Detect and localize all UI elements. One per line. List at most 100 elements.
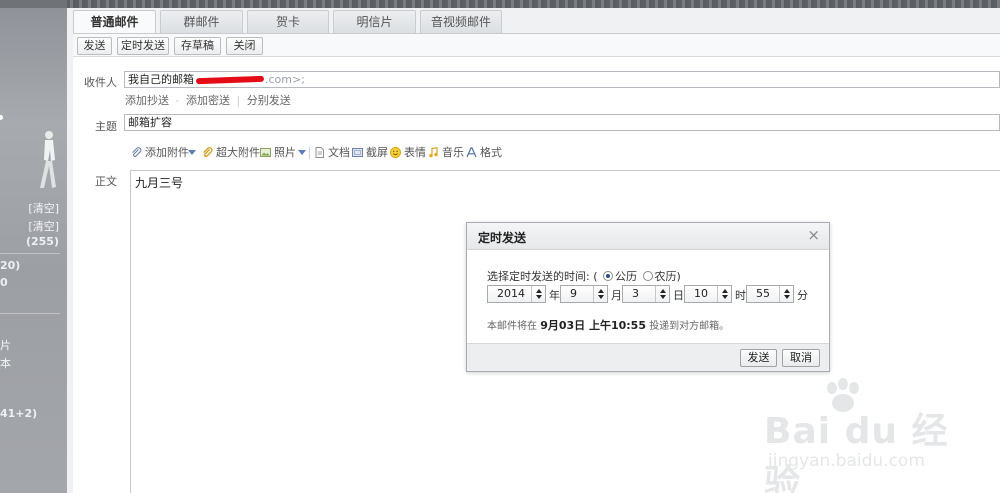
screenshot-label: 截屏	[366, 146, 388, 159]
subject-label: 主题	[95, 120, 117, 133]
dialog-send-button[interactable]: 发送	[740, 349, 777, 367]
photo-icon	[260, 148, 271, 157]
scheduled-send-button[interactable]: 定时发送	[117, 37, 169, 55]
lunar-radio[interactable]	[642, 271, 653, 281]
paperclip-icon	[132, 147, 142, 157]
day-select[interactable]: 3	[622, 285, 670, 303]
attachment-dropdown-arrow[interactable]	[188, 150, 196, 155]
redaction-mark	[195, 75, 265, 85]
screenshot-icon	[352, 148, 363, 157]
year-value: 2014	[497, 287, 525, 300]
spinner-arrows-icon	[593, 286, 607, 302]
body-label: 正文	[95, 175, 117, 188]
hour-select[interactable]: 10	[684, 285, 732, 303]
tab-group-mail[interactable]: 群邮件	[160, 10, 243, 33]
minute-unit: 分	[797, 289, 808, 302]
sidebar-count-4[interactable]: 41+2)	[0, 407, 67, 420]
photo-button[interactable]: 照片	[260, 145, 296, 161]
gregorian-label[interactable]: 公历	[615, 270, 637, 283]
subject-input[interactable]: 邮箱扩容	[124, 114, 1000, 131]
walking-person-illustration	[40, 131, 56, 188]
dialog-cancel-button[interactable]: 取消	[782, 349, 820, 367]
watermark-brand: Bai du 经验	[764, 411, 949, 493]
music-button[interactable]: 音乐	[428, 145, 464, 161]
sidebar-indicator-dot	[0, 115, 3, 120]
spinner-arrows-icon	[717, 286, 731, 302]
dialog-footer: 发送 取消	[467, 343, 829, 371]
day-value: 3	[632, 287, 639, 300]
tab-av-mail[interactable]: 音视频邮件	[420, 10, 502, 33]
body-text: 九月三号	[135, 176, 184, 190]
sidebar-count-2[interactable]: 20)	[0, 259, 67, 272]
document-button[interactable]: 文档	[314, 145, 350, 161]
add-attachment-label: 添加附件	[145, 146, 189, 159]
delivery-note-prefix: 本邮件将在	[487, 321, 537, 332]
spinner-arrows-icon	[531, 286, 545, 302]
time-prompt-label: 选择定时发送的时间:	[487, 270, 590, 283]
recipient-label: 收件人	[84, 76, 117, 89]
hour-value: 10	[694, 287, 708, 300]
dialog-header: 定时发送 ×	[467, 223, 829, 250]
spinner-arrows-icon	[655, 286, 669, 302]
tab-normal-mail[interactable]: 普通邮件	[73, 10, 156, 33]
smiley-icon	[390, 147, 401, 158]
format-button[interactable]: 格式	[466, 145, 502, 161]
sidebar-count-inbox[interactable]: (255)	[0, 235, 67, 248]
recipient-field[interactable]: 我自己的邮箱 .com>;	[124, 71, 1000, 88]
sidebar-top-strip	[0, 0, 67, 8]
tab-greeting-card[interactable]: 贺卡	[247, 10, 329, 33]
delivery-note-suffix: 投递到对方邮箱。	[649, 321, 730, 332]
minute-select[interactable]: 55	[746, 285, 794, 303]
document-icon	[315, 147, 324, 158]
sidebar-count-3[interactable]: 0	[0, 276, 67, 289]
close-button[interactable]: 关闭	[226, 37, 263, 55]
delivery-time: 9月03日 上午10:55	[540, 319, 646, 332]
sidebar-clear-link-2[interactable]: [清空]	[0, 218, 67, 234]
recipient-links: 添加抄送 - 添加密送 | 分别发送	[125, 92, 291, 108]
link-separator: |	[236, 94, 241, 107]
send-separately-link[interactable]: 分别发送	[247, 94, 291, 107]
tab-postcard[interactable]: 明信片	[333, 10, 416, 33]
time-prompt: 选择定时发送的时间: ( 公历 农历)	[487, 268, 681, 284]
large-attachment-label: 超大附件	[216, 146, 260, 159]
toolbar-divider	[309, 147, 310, 159]
format-label: 格式	[480, 146, 502, 159]
close-icon[interactable]: ×	[807, 227, 820, 243]
font-format-icon	[466, 147, 477, 158]
emoji-button[interactable]: 表情	[390, 145, 426, 161]
save-draft-button[interactable]: 存草稿	[174, 37, 221, 55]
gregorian-radio[interactable]	[603, 271, 614, 281]
month-select[interactable]: 9	[560, 285, 608, 303]
large-paperclip-icon	[203, 147, 213, 158]
add-cc-link[interactable]: 添加抄送	[125, 94, 169, 107]
sidebar-item-notebook[interactable]: 本	[0, 355, 67, 371]
music-label: 音乐	[442, 146, 464, 159]
lunar-label[interactable]: 农历	[655, 270, 677, 283]
dialog-title: 定时发送	[478, 231, 527, 245]
send-button[interactable]: 发送	[77, 37, 112, 55]
year-select[interactable]: 2014	[487, 285, 546, 303]
sidebar-clear-link-1[interactable]: [清空]	[0, 200, 67, 216]
paren-close: )	[676, 270, 681, 283]
link-separator: -	[175, 94, 180, 107]
photo-dropdown-arrow[interactable]	[298, 150, 306, 155]
large-attachment-button[interactable]: 超大附件	[202, 145, 260, 161]
screenshot-button[interactable]: 截屏	[352, 145, 388, 161]
scheduled-send-dialog: 定时发送 × 选择定时发送的时间: ( 公历 农历) 2014 年 9 月 3 …	[466, 222, 830, 372]
left-sidebar: [清空] [清空] (255) 20) 0 片 本 41+2)	[0, 0, 67, 493]
month-unit: 月	[611, 289, 622, 302]
spinner-arrows-icon	[779, 286, 793, 302]
recipient-chip-name: 我自己的邮箱	[128, 73, 194, 86]
document-label: 文档	[328, 146, 350, 159]
top-texture-band	[67, 0, 1000, 8]
add-attachment-button[interactable]: 添加附件	[131, 145, 189, 161]
emoji-label: 表情	[404, 146, 426, 159]
sidebar-divider	[0, 313, 60, 314]
recipient-chip-suffix: .com>;	[265, 73, 305, 86]
watermark-url: jingyan.baidu.com	[768, 451, 925, 471]
delivery-note: 本邮件将在 9月03日 上午10:55 投递到对方邮箱。	[487, 317, 729, 333]
sidebar-item-card[interactable]: 片	[0, 337, 67, 353]
sidebar-divider	[0, 253, 60, 254]
compose-toolbar: 发送 定时发送 存草稿 关闭	[73, 33, 1000, 57]
add-bcc-link[interactable]: 添加密送	[186, 94, 230, 107]
